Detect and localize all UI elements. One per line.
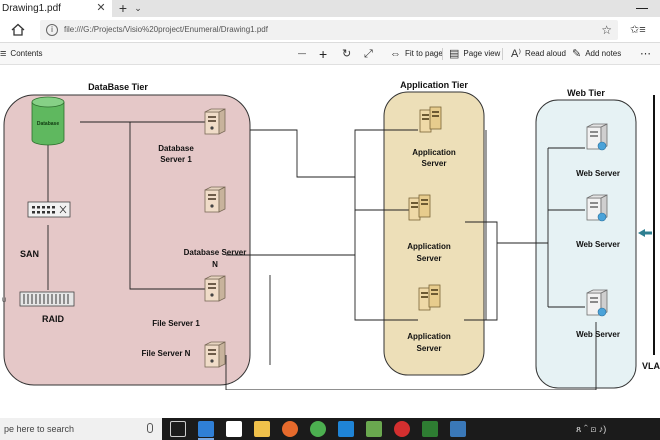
zoom-out-button[interactable]: —: [298, 43, 306, 65]
page-view-label: Page view: [463, 49, 501, 59]
web-server-1-label: Web Server: [576, 169, 620, 178]
more-button[interactable]: ⋯: [640, 43, 655, 65]
raid-array-icon: [19, 291, 75, 307]
more-icon: ⋯: [640, 48, 651, 60]
web-server-2-icon: [586, 194, 608, 222]
page-view-icon: ▤: [449, 48, 460, 60]
firefox-icon[interactable]: [282, 421, 298, 437]
application-server-3-icon: [418, 284, 441, 311]
favorite-star-icon[interactable]: ☆: [601, 21, 612, 39]
menu-lines-icon: ≡: [0, 48, 7, 60]
fit-to-page-button[interactable]: ⇔ Fit to page: [390, 43, 443, 65]
page-view-button[interactable]: ▤ Page view: [449, 43, 500, 65]
tab-close-icon[interactable]: ✕: [94, 0, 108, 17]
read-aloud-label: Read aloud: [525, 49, 566, 59]
pen-icon: ✎: [572, 48, 582, 60]
home-icon[interactable]: [10, 22, 26, 38]
san-switch-icon: [27, 201, 71, 218]
pdf-toolbar: ≡ Contents — + ↻ ⤢ ⇔ Fit to page ▤ Page vie…: [0, 43, 660, 65]
file-server-1-label: File Server 1: [152, 319, 200, 328]
terminal-icon[interactable]: [422, 421, 438, 437]
contents-label: Contents: [10, 49, 43, 59]
file-explorer-icon[interactable]: [254, 421, 270, 437]
application-server-1-label-line2: Server: [422, 159, 447, 168]
vscode-icon[interactable]: [338, 421, 354, 437]
fit-page-icon: ⇔: [390, 48, 401, 60]
taskbar: pe here to search ጸ ⌃ ⊡ ♪): [0, 418, 660, 440]
opera-icon[interactable]: [394, 421, 410, 437]
application-server-1-icon: [419, 106, 442, 133]
taskbar-search-input[interactable]: pe here to search: [0, 418, 162, 440]
database-cylinder-label: Database: [37, 121, 59, 127]
url-text: file:///G:/Projects/Visio%20project/Enum…: [64, 25, 268, 34]
file-server-n-label: File Server N: [142, 349, 191, 358]
application-server-2-label-line1: Application: [407, 242, 451, 251]
file-server-n-icon: [204, 341, 226, 368]
rotate-icon: ↻: [342, 48, 352, 60]
web-server-3-icon: [586, 289, 608, 317]
expand-arrows-icon: ⤢: [364, 48, 373, 60]
application-server-1-label-line1: Application: [412, 148, 456, 157]
database-tier-title: DataBase Tier: [88, 82, 148, 92]
contents-button[interactable]: ≡ Contents: [0, 43, 42, 65]
chrome-icon[interactable]: [310, 421, 326, 437]
read-aloud-button[interactable]: A⁾ Read aloud: [511, 43, 566, 65]
system-tray-icons[interactable]: ጸ ⌃ ⊡ ♪): [576, 418, 606, 440]
web-server-2-label: Web Server: [576, 240, 620, 249]
add-notes-label: Add notes: [585, 49, 622, 59]
database-server-n-icon: [204, 186, 226, 213]
zoom-in-button[interactable]: +: [319, 43, 327, 65]
database-server-n-label-line2: N: [212, 260, 218, 269]
pdf-page: DataBase Tier Application Tier Web Tier: [0, 65, 660, 390]
database-server-1-icon: [204, 108, 226, 135]
edge-browser-icon[interactable]: [198, 421, 214, 437]
info-icon[interactable]: i: [46, 24, 58, 36]
app-window: Drawing1.pdf ✕ + ⌄ i file:///G:/Projects…: [0, 0, 660, 440]
database-server-n-label-line1: Database Server: [184, 248, 247, 257]
san-label: SAN: [20, 249, 39, 259]
url-input[interactable]: i file:///G:/Projects/Visio%20project/En…: [40, 20, 618, 40]
application-server-2-icon: [408, 194, 431, 221]
application-server-3-label-line2: Server: [417, 344, 442, 353]
web-server-3-label: Web Server: [576, 330, 620, 339]
notepad-icon[interactable]: [366, 421, 382, 437]
tab-title: Drawing1.pdf: [2, 3, 61, 14]
taskbar-search-placeholder: pe here to search: [4, 424, 75, 434]
address-bar: i file:///G:/Projects/Visio%20project/En…: [0, 17, 660, 43]
new-tab-button[interactable]: +: [116, 0, 130, 17]
task-view-icon[interactable]: [170, 421, 186, 437]
application-tier-title: Application Tier: [400, 80, 468, 90]
web-tier-title: Web Tier: [567, 88, 605, 98]
vlan-label: VLA: [642, 361, 660, 371]
raid-label: RAID: [42, 314, 64, 324]
photos-icon[interactable]: [450, 421, 466, 437]
toolbar-divider: [502, 48, 503, 60]
favorites-hub-icon[interactable]: ✩≡: [630, 21, 660, 39]
database-server-1-label-line2: Server 1: [160, 155, 192, 164]
read-aloud-icon: A⁾: [511, 48, 522, 60]
web-server-1-icon: [586, 123, 608, 151]
application-server-2-label-line2: Server: [417, 254, 442, 263]
tab-menu-chevron-icon[interactable]: ⌄: [132, 0, 144, 17]
fullscreen-button[interactable]: ⤢: [364, 43, 377, 65]
pdf-app-icon[interactable]: [226, 421, 242, 437]
file-server-1-icon: [204, 275, 226, 302]
fit-to-page-label: Fit to page: [405, 49, 443, 59]
tab-strip: Drawing1.pdf ✕ + ⌄: [0, 0, 660, 17]
database-server-1-label-line1: Database: [158, 144, 194, 153]
microphone-icon[interactable]: [147, 423, 153, 433]
architecture-diagram: DataBase Tier Application Tier Web Tier: [2, 80, 660, 390]
incoming-arrow-icon: [638, 229, 645, 237]
toolbar-divider: [442, 48, 443, 60]
raid-side-label: U: [2, 298, 6, 304]
rotate-button[interactable]: ↻: [342, 43, 355, 65]
add-notes-button[interactable]: ✎ Add notes: [572, 43, 621, 65]
minimize-button[interactable]: [628, 0, 658, 17]
application-server-3-label-line1: Application: [407, 332, 451, 341]
tab-drawing1[interactable]: Drawing1.pdf ✕: [0, 0, 112, 17]
